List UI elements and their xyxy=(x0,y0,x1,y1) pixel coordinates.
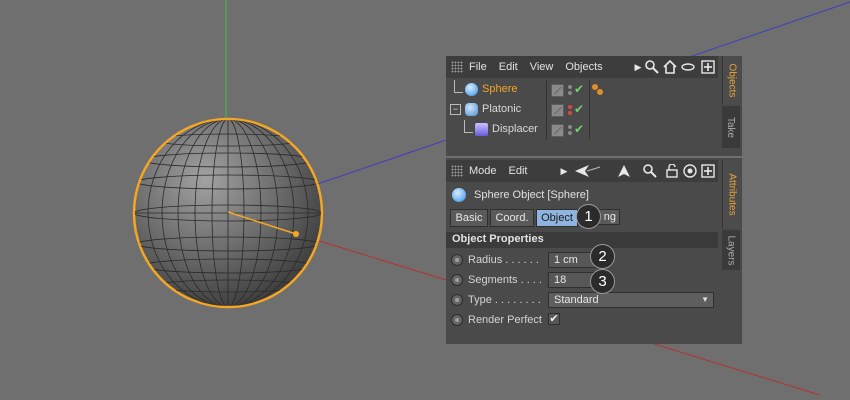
sphere-object xyxy=(132,117,324,309)
attribute-title: Sphere Object [Sphere] xyxy=(474,189,589,201)
render-visibility-dot[interactable] xyxy=(568,111,572,115)
object-flags: ✔ xyxy=(546,100,590,120)
tab-attributes[interactable]: Attributes xyxy=(722,160,741,228)
layer-flag-icon[interactable] xyxy=(551,104,564,117)
render-perfect-label: Render Perfect xyxy=(468,314,542,326)
object-name-displacer: Displacer xyxy=(492,123,538,135)
attribute-manager-menubar: Mode Edit ▶ xyxy=(446,160,718,182)
tab-coord[interactable]: Coord. xyxy=(490,209,534,227)
render-perfect-checkbox[interactable]: ✔ xyxy=(548,313,560,325)
type-animate-radio[interactable] xyxy=(451,294,463,306)
callout-3: 3 xyxy=(590,269,615,294)
segments-label: Segments . . . . xyxy=(468,274,542,286)
target-icon[interactable] xyxy=(682,163,698,179)
object-flags: ✔ xyxy=(546,80,590,100)
section-title: Object Properties xyxy=(452,233,544,245)
menu-mode[interactable]: Mode xyxy=(469,165,497,177)
panel-grip-icon[interactable] xyxy=(451,61,463,73)
radius-handle xyxy=(293,231,299,237)
render-perfect-row: Render Perfect ✔ xyxy=(450,312,712,330)
menu-edit[interactable]: Edit xyxy=(499,61,518,73)
object-list: Sphere ✔ − Platonic ✔ Displacer ✔ xyxy=(446,78,718,156)
check-icon: ✔ xyxy=(549,313,559,325)
enabled-check-icon[interactable]: ✔ xyxy=(574,82,584,96)
section-header: Object Properties xyxy=(446,232,718,248)
expand-collapse-icon[interactable]: − xyxy=(450,104,461,115)
phong-tag-icon[interactable] xyxy=(592,84,604,96)
render-visibility-dot[interactable] xyxy=(568,131,572,135)
radius-label: Radius . . . . . . xyxy=(468,254,539,266)
menu-view[interactable]: View xyxy=(530,61,554,73)
tab-take[interactable]: Take xyxy=(722,106,740,148)
tab-object[interactable]: Object xyxy=(536,209,578,227)
layer-flag-icon[interactable] xyxy=(551,84,564,97)
attribute-header: Sphere Object [Sphere] xyxy=(446,186,718,206)
type-select[interactable]: Standard ▼ xyxy=(548,292,714,308)
editor-visibility-dot[interactable] xyxy=(568,85,572,89)
object-row-displacer[interactable]: Displacer ✔ xyxy=(446,120,716,140)
type-label: Type . . . . . . . . xyxy=(468,294,541,306)
object-manager-menubar: File Edit View Objects ▶ xyxy=(446,56,718,78)
callout-2: 2 xyxy=(590,244,615,269)
new-panel-icon[interactable] xyxy=(700,59,716,75)
tab-take-label: Take xyxy=(725,116,737,138)
panel-grip-icon[interactable] xyxy=(451,165,463,177)
search-icon[interactable] xyxy=(642,163,658,179)
tab-layers-label: Layers xyxy=(725,234,737,266)
tab-layers[interactable]: Layers xyxy=(722,230,740,270)
render-visibility-dot[interactable] xyxy=(568,91,572,95)
callout-1: 1 xyxy=(576,204,601,229)
chevron-down-icon: ▼ xyxy=(701,295,709,304)
new-panel-icon[interactable] xyxy=(700,163,716,179)
sphere-object-icon xyxy=(452,188,466,202)
object-row-sphere[interactable]: Sphere ✔ xyxy=(446,80,716,100)
radius-row: Radius . . . . . . 1 cm xyxy=(450,252,712,270)
menu-objects[interactable]: Objects xyxy=(565,61,602,73)
tab-basic[interactable]: Basic xyxy=(450,209,488,227)
type-select-value: Standard xyxy=(554,294,599,306)
forward-arrow-icon[interactable] xyxy=(616,163,632,179)
menu-file[interactable]: File xyxy=(469,61,487,73)
sphere-icon xyxy=(465,83,478,96)
tab-objects[interactable]: Objects xyxy=(722,56,741,104)
displacer-icon xyxy=(475,123,488,136)
editor-visibility-dot[interactable] xyxy=(568,105,572,109)
enabled-check-icon[interactable]: ✔ xyxy=(574,102,584,116)
radius-animate-radio[interactable] xyxy=(451,254,463,266)
lock-icon[interactable] xyxy=(664,163,680,179)
tab-attributes-label: Attributes xyxy=(726,172,738,216)
tree-connector xyxy=(464,120,473,133)
segments-animate-radio[interactable] xyxy=(451,274,463,286)
platonic-icon xyxy=(465,103,478,116)
type-row: Type . . . . . . . . Standard ▼ xyxy=(450,292,714,310)
back-arrow-icon[interactable] xyxy=(572,163,602,179)
object-name-sphere: Sphere xyxy=(482,83,518,95)
segments-row: Segments . . . . 18 xyxy=(450,272,712,290)
object-name-platonic: Platonic xyxy=(482,103,522,115)
object-row-platonic[interactable]: − Platonic ✔ xyxy=(446,100,716,120)
tab-objects-label: Objects xyxy=(726,63,738,97)
home-icon[interactable] xyxy=(662,59,678,75)
layer-flag-icon[interactable] xyxy=(551,124,564,137)
render-perfect-animate-radio[interactable] xyxy=(451,314,463,326)
enabled-check-icon[interactable]: ✔ xyxy=(574,122,584,136)
search-icon[interactable] xyxy=(644,59,660,75)
menu-edit[interactable]: Edit xyxy=(509,165,528,177)
more-arrow-icon[interactable]: ▶ xyxy=(556,163,572,179)
object-manager-panel: File Edit View Objects ▶ Sphere ✔ − Plat… xyxy=(446,56,742,156)
link-icon[interactable] xyxy=(680,59,696,75)
editor-visibility-dot[interactable] xyxy=(568,125,572,129)
attribute-tabs: Basic Coord. Object ng xyxy=(450,209,650,227)
object-flags: ✔ xyxy=(546,120,590,140)
tree-connector xyxy=(454,80,463,93)
